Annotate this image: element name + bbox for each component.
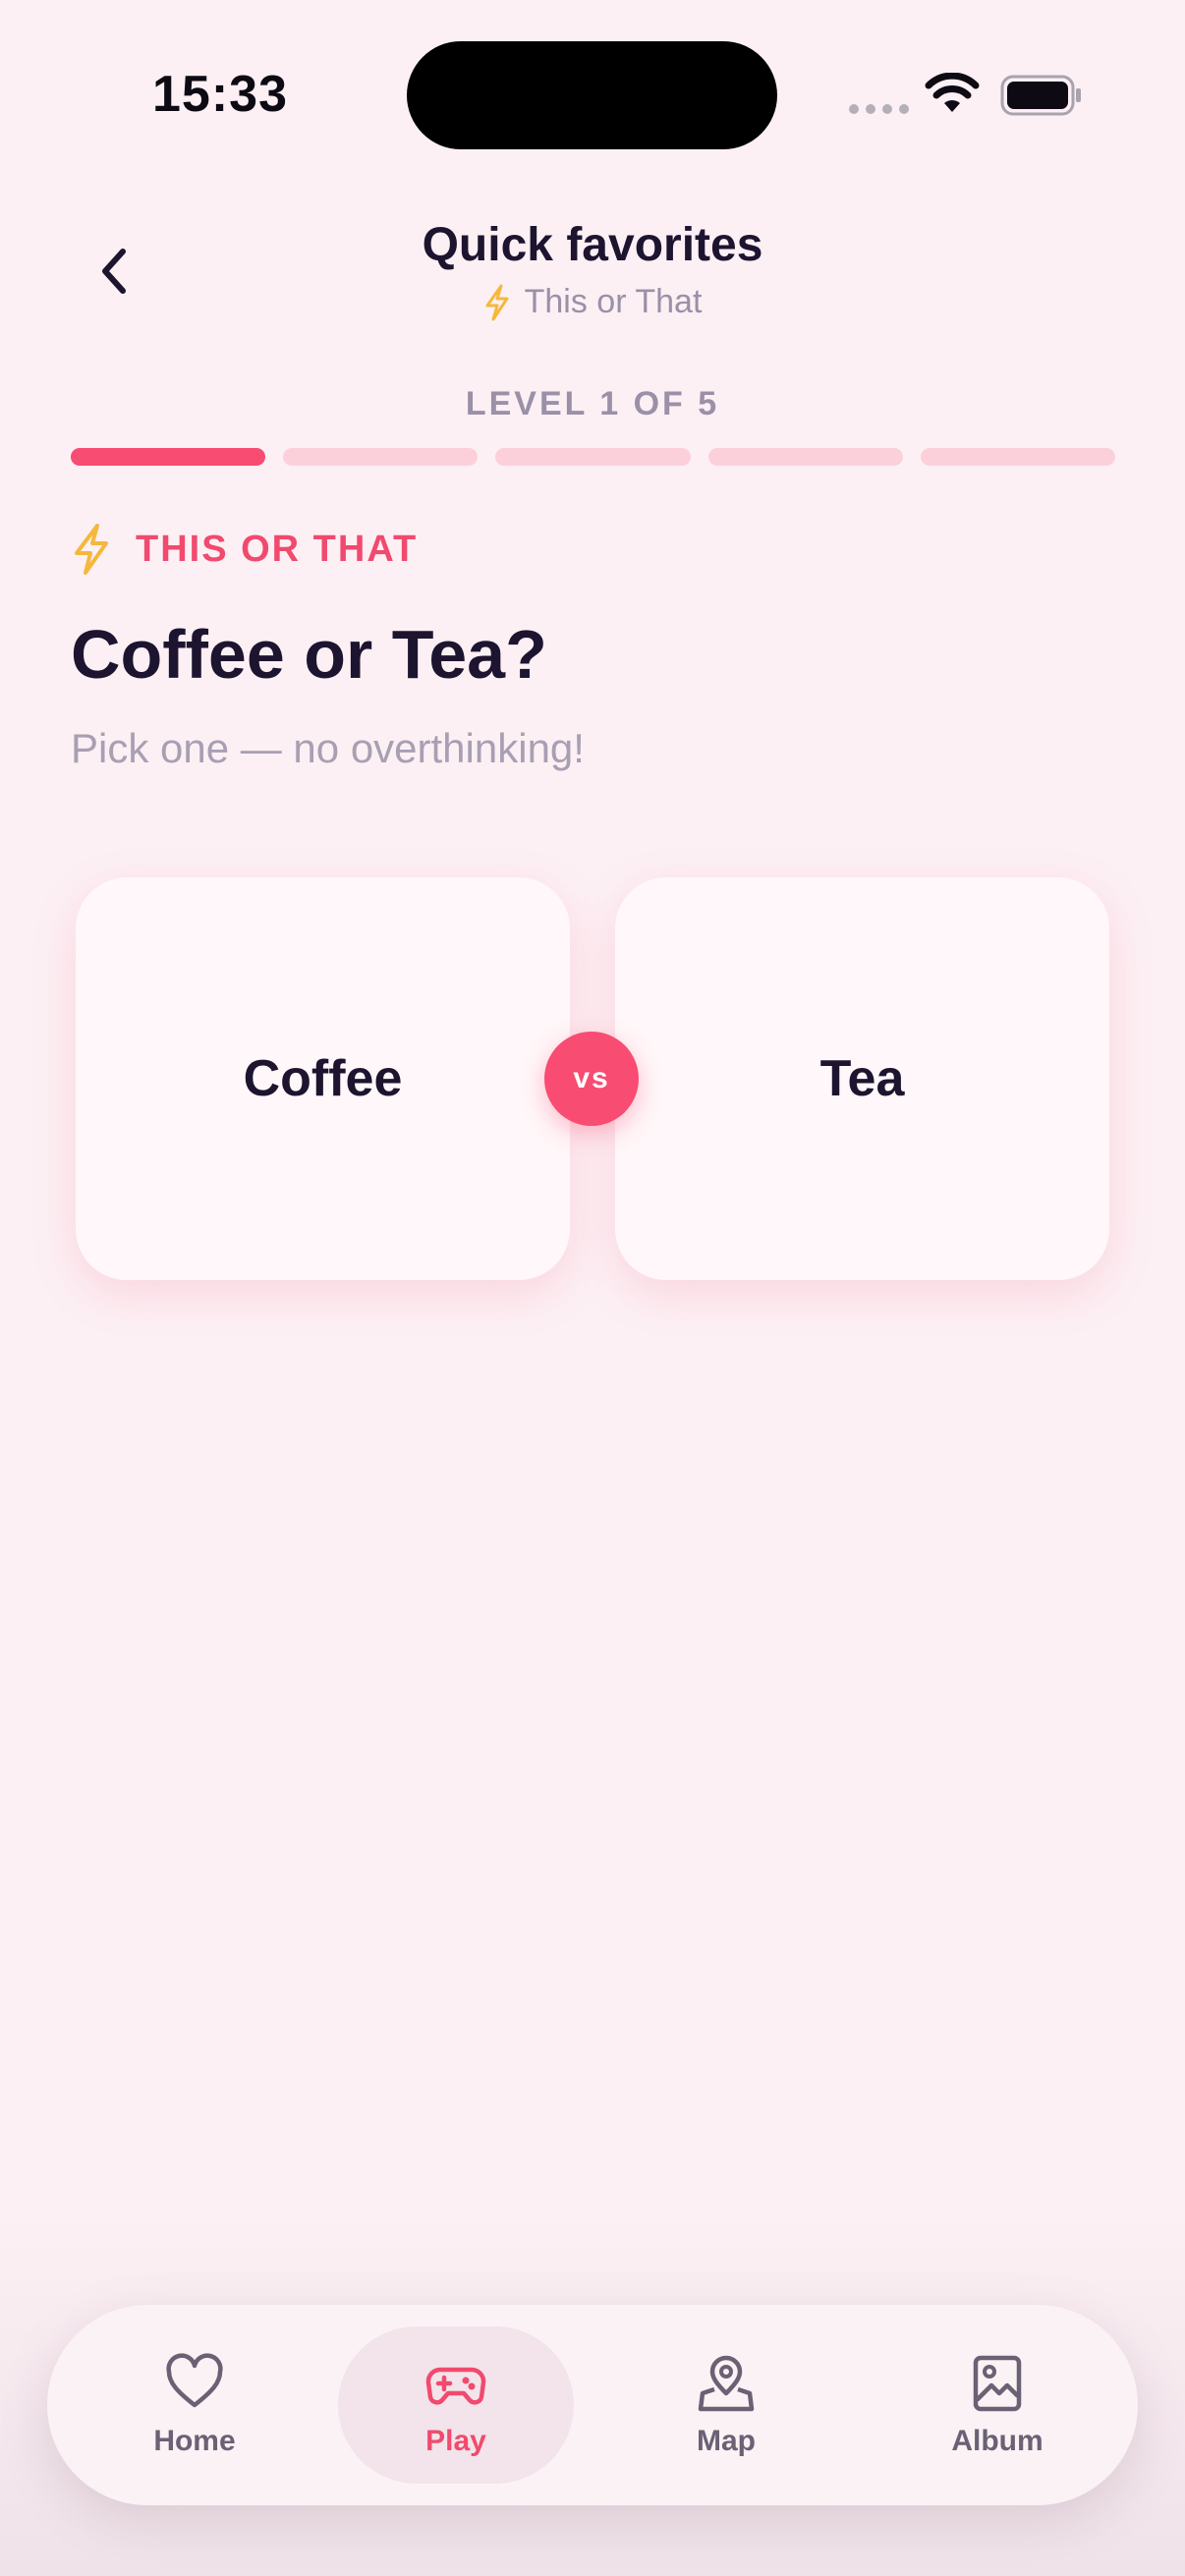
- screen: 15:33 Quick favorites This or That LEVEL…: [0, 0, 1185, 2576]
- bolt-icon: [485, 284, 509, 320]
- choice-label: Coffee: [243, 1050, 403, 1107]
- progress-segment-5: [920, 448, 1116, 466]
- dynamic-island: [407, 41, 777, 149]
- tab-bar: Home Play Map Album: [47, 2305, 1138, 2505]
- wifi-icon: [925, 73, 980, 112]
- cellular-signal-icon: [849, 104, 909, 114]
- choice-coffee-card[interactable]: Coffee: [76, 877, 570, 1280]
- heart-icon: [166, 2353, 223, 2408]
- level-progress: [71, 448, 1116, 466]
- tab-album[interactable]: Album: [879, 2326, 1115, 2484]
- progress-segment-1: [71, 448, 266, 466]
- tab-label: Play: [425, 2425, 486, 2457]
- status-time: 15:33: [152, 66, 288, 123]
- page-title: Quick favorites: [422, 219, 763, 271]
- progress-segment-3: [495, 448, 691, 466]
- tab-map[interactable]: Map: [608, 2326, 844, 2484]
- tab-play[interactable]: Play: [338, 2326, 574, 2484]
- map-pin-icon: [698, 2355, 755, 2412]
- question-hint: Pick one — no overthinking!: [71, 725, 585, 771]
- vs-badge: vs: [544, 1032, 639, 1126]
- progress-segment-2: [283, 448, 479, 466]
- tab-label: Home: [153, 2425, 236, 2457]
- progress-segment-4: [707, 448, 903, 466]
- page-subtitle: This or That: [0, 283, 1185, 321]
- battery-icon: [1000, 75, 1081, 116]
- subtitle-text: This or That: [524, 283, 703, 320]
- image-icon: [973, 2355, 1022, 2412]
- bolt-icon: [75, 524, 108, 575]
- tab-label: Album: [951, 2425, 1044, 2457]
- gamepad-icon: [425, 2367, 486, 2405]
- tab-home[interactable]: Home: [77, 2326, 312, 2484]
- question-title: Coffee or Tea?: [71, 616, 547, 693]
- choice-label: Tea: [819, 1050, 905, 1107]
- level-label: LEVEL 1 OF 5: [465, 385, 720, 422]
- category-text: THIS OR THAT: [136, 528, 419, 570]
- tab-label: Map: [697, 2425, 756, 2457]
- category-label: THIS OR THAT: [71, 523, 418, 576]
- choice-tea-card[interactable]: Tea: [615, 877, 1109, 1280]
